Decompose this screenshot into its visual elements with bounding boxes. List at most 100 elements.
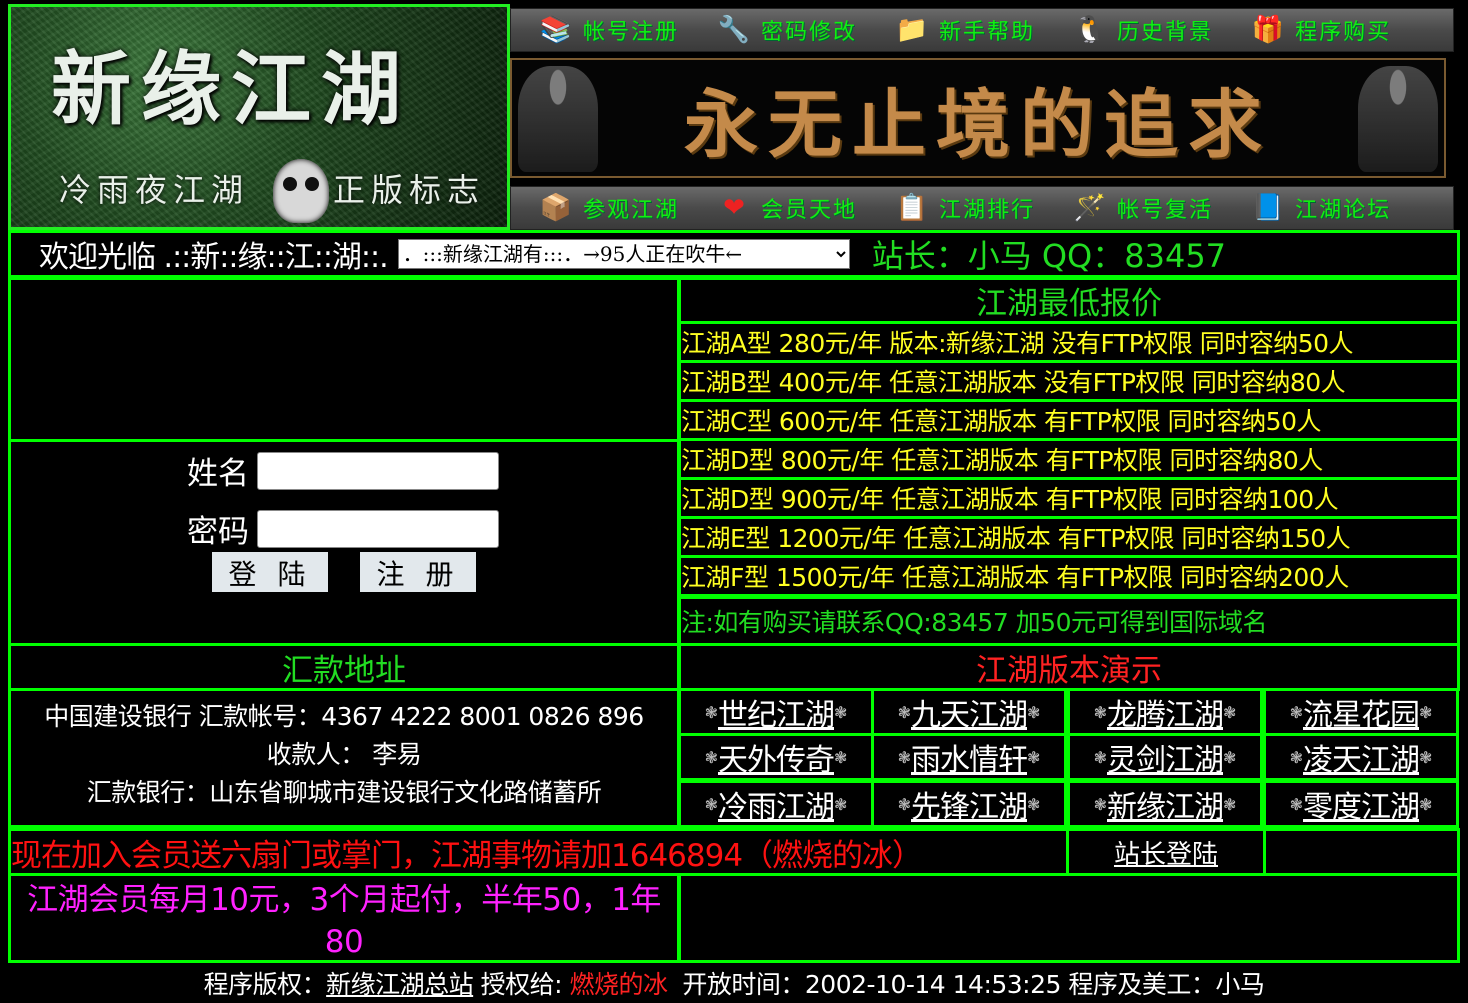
nav-ranking[interactable]: 📋 江湖排行 xyxy=(867,187,1035,229)
nav-label: 参观江湖 xyxy=(583,198,680,223)
price-row: 江湖E型 1200元/年 任意江湖版本 有FTP权限 同时容纳150人 xyxy=(678,516,1460,558)
flower-icon: ❃ xyxy=(1289,747,1303,767)
password-label: 密码 xyxy=(187,514,249,550)
promo-text: 现在加入会员送六扇门或掌门，江湖事物请加1646894（燃烧的冰） xyxy=(8,828,1069,876)
nav-register[interactable]: 📚 帐号注册 xyxy=(511,9,679,51)
nav-label: 帐号注册 xyxy=(583,20,680,45)
welcome-bar: 欢迎光临 .::新::缘::江::湖::. ．:::新缘江湖有:::．→95人正… xyxy=(8,230,1460,278)
bottom-nav: 📦 参观江湖 ❤ 会员天地 📋 江湖排行 🪄 帐号复活 📘 江湖论坛 xyxy=(510,186,1454,230)
demo-item: ❃ 九天江湖 ❃ xyxy=(871,688,1067,736)
flower-icon: ❃ xyxy=(1223,794,1237,814)
welcome-text: 欢迎光临 .::新::缘::江::湖::. xyxy=(39,240,389,275)
price-row: 江湖B型 400元/年 任意江湖版本 没有FTP权限 同时容纳80人 xyxy=(678,360,1460,402)
empty-cell xyxy=(1263,828,1460,876)
demo-item: ❃ 零度江湖 ❃ xyxy=(1263,780,1459,828)
logo-title: 新缘江湖 xyxy=(51,42,411,136)
flower-icon: ❃ xyxy=(1093,747,1107,767)
box-icon: 📦 xyxy=(539,193,573,223)
flower-icon: ❃ xyxy=(1289,702,1303,722)
remit-payee: 收款人： 李易 xyxy=(266,740,422,769)
empty-cell xyxy=(678,873,1460,963)
demo-item: ❃ 新缘江湖 ❃ xyxy=(1067,780,1263,828)
remit-account: 中国建设银行 汇款帐号：4367 4222 8001 0826 896 xyxy=(44,702,644,731)
nav-forum[interactable]: 📘 江湖论坛 xyxy=(1223,187,1391,229)
heart-icon: ❤ xyxy=(723,193,745,223)
demo-link[interactable]: 冷雨江湖 xyxy=(718,782,835,826)
demo-item: ❃ 雨水情轩 ❃ xyxy=(871,733,1067,781)
tools-icon: 🔧 xyxy=(717,15,751,45)
name-label: 姓名 xyxy=(187,456,249,492)
nav-label: 江湖论坛 xyxy=(1295,198,1392,223)
flower-icon: ❃ xyxy=(1419,747,1433,767)
demo-link[interactable]: 九天江湖 xyxy=(911,690,1028,734)
flower-icon: ❃ xyxy=(897,794,911,814)
nav-label: 帐号复活 xyxy=(1117,198,1214,223)
price-row: 江湖F型 1500元/年 任意江湖版本 有FTP权限 同时容纳200人 xyxy=(678,555,1460,597)
demo-link[interactable]: 凌天江湖 xyxy=(1303,735,1420,779)
nav-visit[interactable]: 📦 参观江湖 xyxy=(511,187,679,229)
demo-grid: ❃ 世纪江湖 ❃ ❃ 九天江湖 ❃ ❃ 龙腾江湖 ❃ ❃ 流星花园 ❃ ❃ 天外传奇 ❃ ❃ 雨水情轩… xyxy=(678,688,1460,828)
top-nav: 📚 帐号注册 🔧 密码修改 📁 新手帮助 🐧 历史背景 🎁 程序购买 xyxy=(510,8,1454,52)
nav-help[interactable]: 📁 新手帮助 xyxy=(867,9,1035,51)
name-input[interactable] xyxy=(257,451,499,490)
pricing-title: 江湖最低报价 xyxy=(678,277,1460,324)
demo-item: ❃ 冷雨江湖 ❃ xyxy=(678,780,874,828)
flower-icon: ❃ xyxy=(1223,747,1237,767)
site-logo: 新缘江湖 冷雨夜江湖 正版标志 xyxy=(8,4,510,230)
login-button[interactable]: 登 陆 xyxy=(212,552,328,592)
logo-subtitle-left: 冷雨夜江湖 xyxy=(59,171,250,209)
flower-icon: ❃ xyxy=(834,702,848,722)
stack-icon: 📘 xyxy=(1251,193,1285,223)
password-input[interactable] xyxy=(257,509,499,548)
admin-login-cell: 站长登陆 xyxy=(1066,828,1266,876)
admin-contact: 站长：小马 QQ：83457 xyxy=(871,237,1227,275)
nav-label: 程序购买 xyxy=(1295,20,1392,45)
flower-icon: ❃ xyxy=(704,702,718,722)
slogan-text: 永无止境的追求 xyxy=(684,81,1272,168)
wand-icon: 🪄 xyxy=(1073,193,1107,223)
remit-title: 汇款地址 xyxy=(8,643,680,691)
register-button[interactable]: 注 册 xyxy=(360,552,476,592)
nav-revive[interactable]: 🪄 帐号复活 xyxy=(1045,187,1213,229)
demo-link[interactable]: 灵剑江湖 xyxy=(1107,735,1224,779)
demo-link[interactable]: 雨水情轩 xyxy=(911,735,1028,779)
copyright-link[interactable]: 新缘江湖总站 xyxy=(326,965,474,1001)
nav-label: 会员天地 xyxy=(761,198,858,223)
demo-link[interactable]: 世纪江湖 xyxy=(718,690,835,734)
remit-bank: 汇款银行：山东省聊城市建设银行文化路储蓄所 xyxy=(86,778,602,807)
flower-icon: ❃ xyxy=(704,794,718,814)
demo-link[interactable]: 新缘江湖 xyxy=(1107,782,1224,826)
demo-item: ❃ 灵剑江湖 ❃ xyxy=(1067,733,1263,781)
demo-link[interactable]: 零度江湖 xyxy=(1303,782,1420,826)
flower-icon: ❃ xyxy=(704,747,718,767)
nav-history[interactable]: 🐧 历史背景 xyxy=(1045,9,1213,51)
price-row: 江湖A型 280元/年 版本:新缘江湖 没有FTP权限 同时容纳50人 xyxy=(678,321,1460,363)
nav-change-password[interactable]: 🔧 密码修改 xyxy=(689,9,857,51)
flower-icon: ❃ xyxy=(1419,794,1433,814)
empty-cell xyxy=(8,277,680,442)
skull-icon xyxy=(273,159,329,223)
demo-item: ❃ 天外传奇 ❃ xyxy=(678,733,874,781)
nav-buy[interactable]: 🎁 程序购买 xyxy=(1223,9,1391,51)
licensed-label: 授权给: xyxy=(473,970,570,999)
flower-icon: ❃ xyxy=(1289,794,1303,814)
price-row: 江湖C型 600元/年 任意江湖版本 有FTP权限 同时容纳50人 xyxy=(678,399,1460,441)
admin-login-link[interactable]: 站长登陆 xyxy=(1114,834,1218,871)
password-row: 密码 xyxy=(179,506,499,551)
demo-link[interactable]: 天外传奇 xyxy=(718,735,835,779)
footer: 程序版权： 新缘江湖总站 授权给: 燃烧的冰 开放时间：2002-10-14 1… xyxy=(0,963,1468,1003)
flower-icon: ❃ xyxy=(1027,747,1041,767)
statue-right-icon xyxy=(1358,66,1438,172)
flower-icon: ❃ xyxy=(897,747,911,767)
name-row: 姓名 xyxy=(179,448,499,493)
demo-item: ❃ 流星花园 ❃ xyxy=(1263,688,1459,736)
demo-link[interactable]: 先锋江湖 xyxy=(911,782,1028,826)
online-users-select[interactable]: ．:::新缘江湖有:::．→95人正在吹牛← xyxy=(397,239,850,269)
demo-link[interactable]: 龙腾江湖 xyxy=(1107,690,1224,734)
price-row: 江湖D型 900元/年 任意江湖版本 有FTP权限 同时容纳100人 xyxy=(678,477,1460,519)
list-icon: 📋 xyxy=(895,193,929,223)
flower-icon: ❃ xyxy=(1223,702,1237,722)
flower-icon: ❃ xyxy=(1027,794,1041,814)
nav-members[interactable]: ❤ 会员天地 xyxy=(689,187,857,229)
demo-link[interactable]: 流星花园 xyxy=(1303,690,1420,734)
